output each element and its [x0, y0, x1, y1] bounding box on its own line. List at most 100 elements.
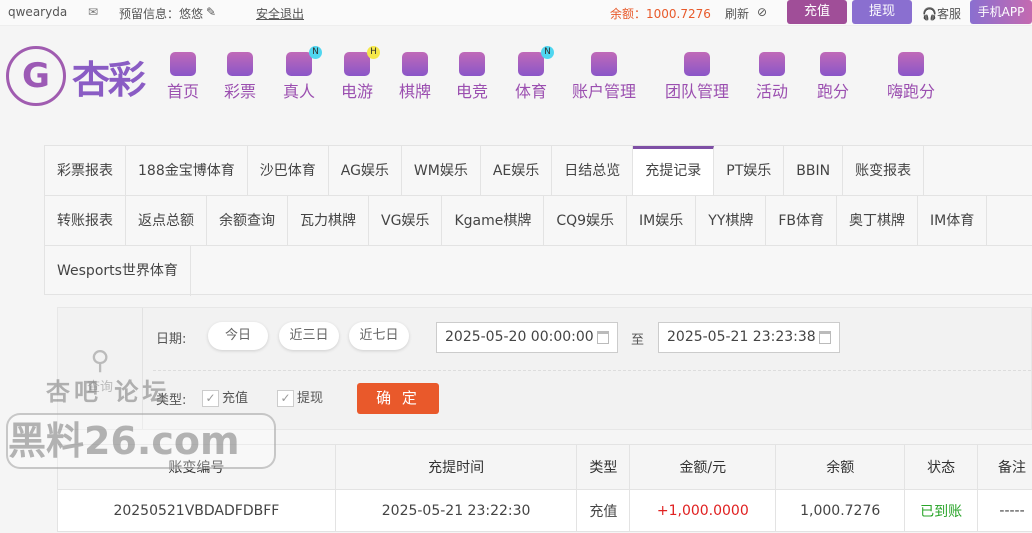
tab-item[interactable]: YY棋牌 [696, 196, 767, 245]
nav-item-11[interactable]: 嗨跑分 [887, 52, 935, 102]
date-label: 日期: [156, 332, 187, 347]
today-button[interactable]: 今日 [208, 322, 268, 350]
end-date-input[interactable]: 2025-05-21 23:23:38 [658, 322, 840, 353]
tab-item[interactable]: IM体育 [918, 196, 988, 245]
query-button[interactable]: ⚲ 查询 [58, 308, 143, 429]
nav-item-9[interactable]: 活动 [756, 52, 788, 102]
nav-label: 彩票 [224, 82, 257, 101]
column-header: 账变编号 [57, 444, 336, 490]
nav-label: 首页 [167, 82, 200, 101]
nav-label: 体育 [515, 82, 548, 101]
main-nav: G 杏彩 首页 彩票 N 真人 H 电游 棋牌 电竞 N 体育 账户管理 团队管理 活动 跑分 嗨跑分 [0, 26, 1032, 121]
start-date-input[interactable]: 2025-05-20 00:00:00 [436, 322, 618, 353]
eye-off-icon[interactable]: ⊘ [757, 5, 767, 19]
yen-icon [591, 52, 617, 76]
nav-item-1[interactable]: 彩票 [224, 52, 256, 102]
tab-item[interactable]: 账变报表 [843, 146, 925, 195]
calendar-icon[interactable] [597, 331, 609, 344]
nav-label: 电游 [341, 82, 374, 101]
nav-item-4[interactable]: 棋牌 [399, 52, 431, 102]
report-tabs: 彩票报表 188金宝博体育 沙巴体育 AG娱乐 WM娱乐 AE娱乐 日结总览 充提记录 PT娱乐… [44, 145, 1032, 296]
top-bar: qwearyda ✉ 预留信息：悠悠 ✎ 安全退出 余额：1000.7276 刷… [0, 0, 1032, 26]
tab-item[interactable]: BBIN [784, 146, 844, 195]
tab-row: Wesports世界体育 [45, 246, 1032, 296]
tab-item[interactable]: 彩票报表 [45, 146, 126, 195]
deposit-checkbox[interactable]: ✓ 充值 [202, 387, 248, 407]
tab-item[interactable]: AE娱乐 [481, 146, 553, 195]
tab-item[interactable]: 返点总额 [126, 196, 207, 245]
gamepad-icon: H [344, 46, 380, 76]
nav-item-6[interactable]: N 体育 [515, 46, 554, 102]
logout-link[interactable]: 安全退出 [256, 5, 304, 22]
cards-icon [402, 52, 428, 76]
badge: N [309, 46, 322, 59]
tab-item[interactable]: VG娱乐 [369, 196, 443, 245]
nav-label: 跑分 [817, 82, 850, 101]
table-cell: 1,000.7276 [775, 489, 906, 532]
tab-item[interactable]: Wesports世界体育 [45, 246, 191, 296]
tab-item[interactable]: CQ9娱乐 [544, 196, 628, 245]
tab-item[interactable]: 沙巴体育 [248, 146, 329, 195]
nav-item-10[interactable]: 跑分 [817, 52, 849, 102]
tab-item[interactable]: IM娱乐 [627, 196, 697, 245]
seven-days-button[interactable]: 近七日 [349, 322, 409, 350]
nav-label: 团队管理 [665, 82, 730, 101]
reserved-info: 预留信息：悠悠 [119, 7, 204, 21]
table-cell: 充值 [576, 489, 631, 532]
nav-label: 电竞 [456, 82, 489, 101]
calendar-icon[interactable] [819, 331, 831, 344]
hi-icon [898, 52, 924, 76]
checkbox-icon: ✓ [202, 390, 219, 407]
search-icon: ⚲ [90, 346, 110, 376]
tab-item[interactable]: WM娱乐 [402, 146, 481, 195]
deposit-button[interactable]: 充值 [787, 0, 847, 24]
table-cell: 20250521VBDADFDBFF [57, 489, 336, 532]
tab-item[interactable]: FB体育 [766, 196, 838, 245]
refresh-button[interactable]: 刷新 [725, 5, 749, 22]
nav-item-2[interactable]: N 真人 [283, 46, 322, 102]
confirm-button[interactable]: 确 定 [357, 383, 439, 414]
to-label: 至 [631, 333, 645, 348]
tab-row: 彩票报表 188金宝博体育 沙巴体育 AG娱乐 WM娱乐 AE娱乐 日结总览 充提记录 PT娱乐… [45, 146, 1032, 196]
nav-item-8[interactable]: 团队管理 [665, 52, 729, 102]
nav-item-0[interactable]: 首页 [167, 52, 199, 102]
customer-service-button[interactable]: 🎧客服 [922, 5, 961, 22]
badge: H [367, 46, 380, 59]
withdraw-button[interactable]: 提现 [852, 0, 912, 24]
rhino-icon [820, 52, 846, 76]
mobile-app-button[interactable]: 手机APP [970, 0, 1032, 24]
lottery-icon [227, 52, 253, 76]
filter-panel: ⚲ 查询 日期: 今日 近三日 近七日 2025-05-20 00:00:00 … [57, 307, 1032, 430]
tab-item[interactable]: 188金宝博体育 [126, 146, 248, 195]
tab-item[interactable]: 瓦力棋牌 [288, 196, 369, 245]
trophy-icon: N [518, 46, 554, 76]
column-header: 余额 [775, 444, 906, 490]
logo[interactable]: G 杏彩 [6, 46, 146, 106]
tab-item[interactable]: 充提记录 [633, 146, 715, 195]
tab-item[interactable]: 余额查询 [207, 196, 288, 245]
tab-item[interactable]: AG娱乐 [329, 146, 402, 195]
tab-item[interactable]: PT娱乐 [714, 146, 785, 195]
edit-icon[interactable]: ✎ [206, 5, 216, 19]
nav-item-3[interactable]: H 电游 [341, 46, 380, 102]
nav-label: 棋牌 [399, 82, 432, 101]
type-label: 类型: [156, 393, 187, 408]
mail-icon[interactable]: ✉ [88, 5, 98, 19]
gift-icon [759, 52, 785, 76]
table-row: 20250521VBDADFDBFF 2025-05-21 23:22:30 充值 +… [57, 489, 1032, 532]
withdraw-checkbox[interactable]: ✓ 提现 [277, 387, 323, 407]
nav-item-7[interactable]: 账户管理 [572, 52, 636, 102]
tab-item[interactable]: 转账报表 [45, 196, 126, 245]
tab-item[interactable]: 日结总览 [552, 146, 634, 195]
column-header: 类型 [576, 444, 631, 490]
records-table: 账变编号 充提时间 类型 金额/元 余额 状态 备注 20250521VBDADFDBFF 2… [57, 444, 1032, 532]
three-days-button[interactable]: 近三日 [279, 322, 339, 350]
nav-item-5[interactable]: 电竞 [456, 52, 488, 102]
team-icon [684, 52, 710, 76]
tab-item[interactable]: Kgame棋牌 [442, 196, 545, 245]
tab-row: 转账报表 返点总额 余额查询 瓦力棋牌 VG娱乐 Kgame棋牌 CQ9娱乐 IM娱乐 YY棋牌… [45, 196, 1032, 246]
column-header: 状态 [904, 444, 979, 490]
badge: N [541, 46, 554, 59]
table-cell: +1,000.0000 [629, 489, 777, 532]
tab-item[interactable]: 奥丁棋牌 [837, 196, 919, 245]
